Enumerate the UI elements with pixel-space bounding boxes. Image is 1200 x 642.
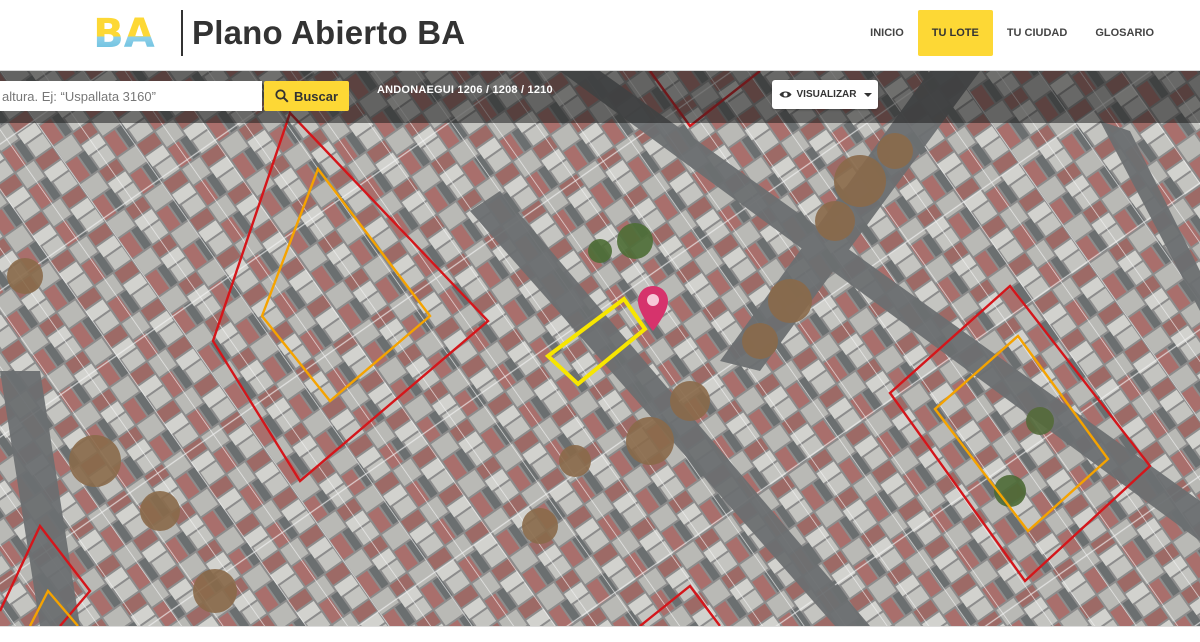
logo-divider [181,10,183,56]
address-search-input[interactable] [0,81,262,111]
satellite-map[interactable] [0,71,1200,626]
nav-tu-ciudad[interactable]: TU CIUDAD [993,10,1082,56]
map-pin-icon[interactable] [637,285,669,335]
nav-inicio[interactable]: INICIO [856,10,918,56]
eye-icon [779,91,791,98]
search-button[interactable]: Buscar [264,81,349,111]
site-header: BA Plano Abierto BA INICIO TU LOTE TU CI… [0,0,1200,71]
ba-logo[interactable]: BA [84,10,164,54]
selected-address: ANDONAEGUI 1206 / 1208 / 1210 [377,84,553,96]
nav-tu-lote[interactable]: TU LOTE [917,10,993,56]
main-nav: INICIO TU LOTE TU CIUDAD GLOSARIO [856,10,1168,56]
chevron-down-icon [863,92,872,97]
site-title: Plano Abierto BA [192,14,466,51]
logo-text: BA [93,11,154,54]
search-button-label: Buscar [293,88,339,104]
visualizar-dropdown[interactable]: VISUALIZAR [772,80,878,109]
map-toolbar: Buscar ANDONAEGUI 1206 / 1208 / 1210 VIS… [0,71,1200,123]
nav-glosario[interactable]: GLOSARIO [1081,10,1168,56]
bottom-strip [0,626,1200,642]
search-icon [275,89,289,103]
visualizar-label: VISUALIZAR [796,89,857,100]
